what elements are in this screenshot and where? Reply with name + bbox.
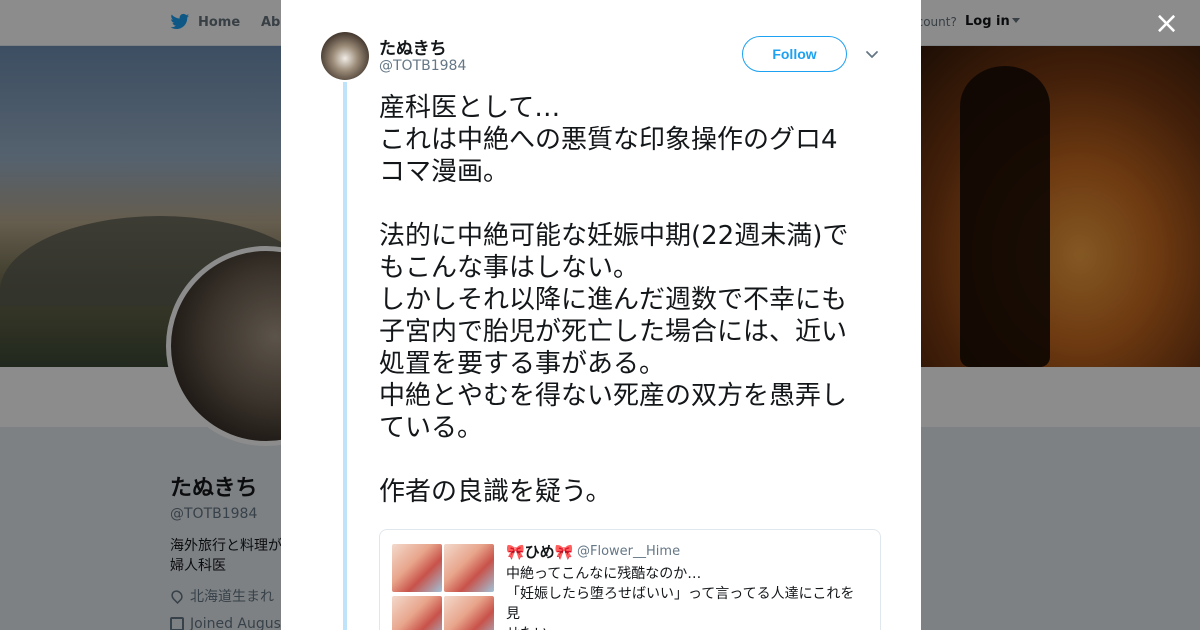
tweet-text: 産科医として… これは中絶への悪質な印象操作のグロ4 コマ漫画。 法的に中絶可能… [379, 93, 849, 507]
quoted-tweet[interactable]: 🎀ひめ🎀 @Flower__Hime 中絶ってこんなに残酷なのか… 「妊娠したら… [379, 529, 881, 630]
quoted-author-handle: @Flower__Hime [577, 544, 681, 559]
author-avatar[interactable] [321, 32, 369, 80]
comic-panel [444, 596, 494, 630]
author-name[interactable]: たぬきち [379, 34, 447, 59]
author-handle[interactable]: @TOTB1984 [379, 58, 466, 74]
comic-panel [444, 544, 494, 592]
chevron-down-icon[interactable] [865, 47, 879, 61]
quoted-tweet-image[interactable] [392, 544, 494, 630]
thread-line [343, 82, 347, 630]
comic-panel [392, 544, 442, 592]
follow-button[interactable]: Follow [742, 36, 847, 72]
quoted-tweet-text: 中絶ってこんなに残酷なのか… 「妊娠したら堕ろせばいい」って言ってる人達にこれを… [506, 566, 855, 630]
quoted-author-name: 🎀ひめ🎀 [506, 543, 574, 561]
tweet-modal: たぬきち @TOTB1984 Follow 産科医として… これは中絶への悪質な… [281, 0, 921, 630]
comic-panel [392, 596, 442, 630]
close-icon[interactable]: × [1154, 9, 1179, 39]
